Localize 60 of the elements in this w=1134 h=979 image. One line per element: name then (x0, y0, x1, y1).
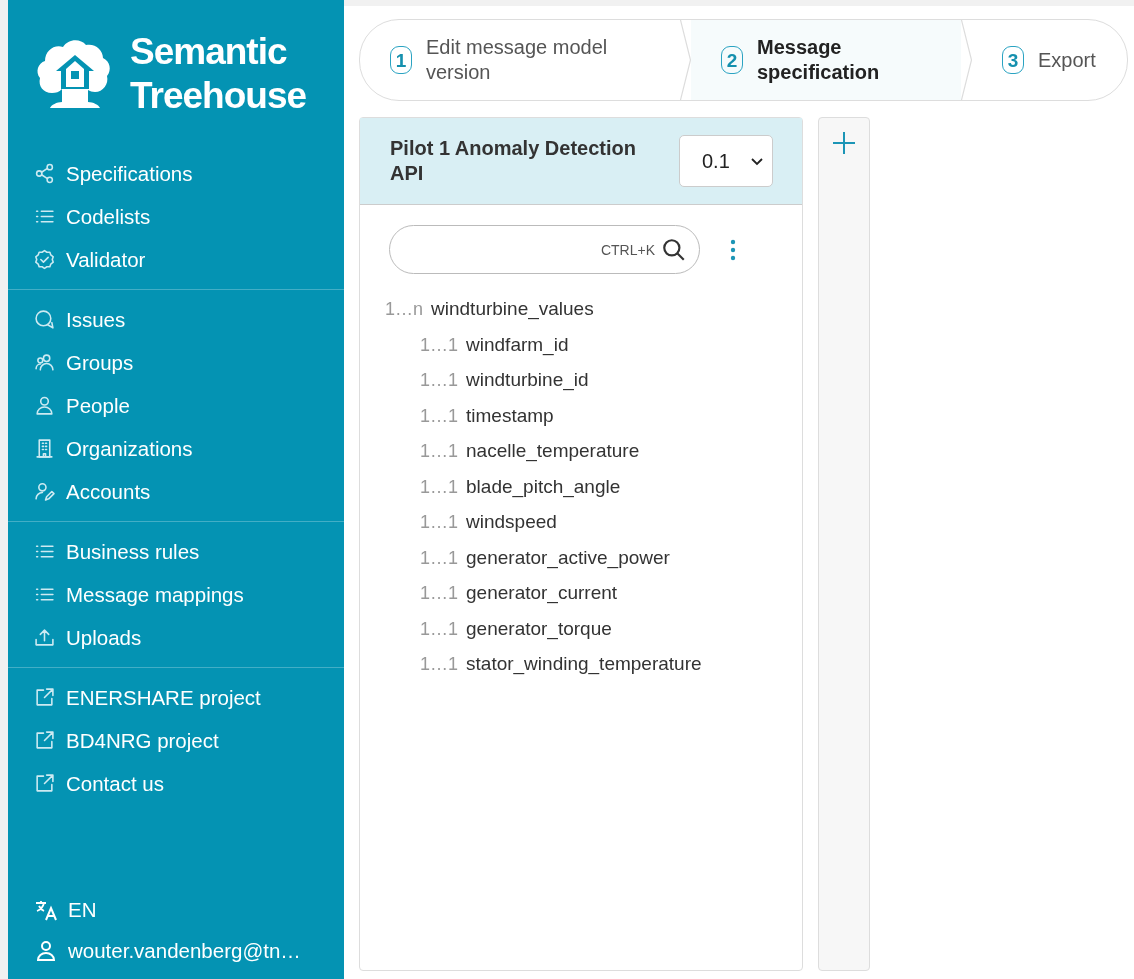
multiplicity: 1…1 (420, 370, 459, 391)
nav-item[interactable]: BD4NRG project (8, 719, 344, 762)
multiplicity: 1…1 (420, 334, 459, 356)
language-selector[interactable]: EN (8, 889, 344, 930)
nav-item[interactable]: Uploads (8, 616, 344, 659)
external-link-icon (34, 773, 55, 794)
logo-text: Semantic Treehouse (130, 30, 307, 118)
person-icon (34, 395, 55, 416)
step-number: 2 (721, 46, 743, 74)
nav-item[interactable]: Organizations (8, 427, 344, 470)
plus-icon[interactable] (831, 130, 857, 156)
version-select[interactable]: 0.1 (679, 135, 773, 187)
multiplicity: 1…1 (420, 476, 459, 498)
multiplicity: 1…1 (420, 618, 459, 640)
upload-icon (34, 627, 55, 648)
multiplicity: 1…1 (420, 512, 459, 533)
user-menu[interactable]: wouter.vandenberg@tn… (8, 930, 344, 971)
tree-item[interactable]: generator_torque (466, 617, 612, 640)
tree-item[interactable]: windspeed (466, 511, 557, 533)
person-icon (34, 938, 58, 963)
nav-item[interactable]: Validator (8, 238, 344, 281)
tree-item[interactable]: timestamp (466, 404, 554, 427)
nav-item[interactable]: Accounts (8, 470, 344, 513)
chat-icon (34, 309, 55, 330)
panel-title: Pilot 1 Anomaly Detection API (390, 136, 637, 186)
nav-item[interactable]: Message mappings (8, 573, 344, 616)
tree-item[interactable]: windturbine_values (431, 298, 594, 320)
step-number: 3 (1002, 46, 1024, 74)
tree-item[interactable]: blade_pitch_angle (466, 475, 621, 498)
nav-item[interactable]: Codelists (8, 195, 344, 238)
multiplicity: 1…1 (420, 441, 459, 462)
tree-item[interactable]: windturbine_id (466, 369, 589, 391)
nav-item[interactable]: ENERSHARE project (8, 676, 344, 719)
nav-item[interactable]: Contact us (8, 762, 344, 805)
step-tab[interactable]: 3 Export (972, 20, 1127, 100)
nav-item[interactable]: Business rules (8, 530, 344, 573)
more-icon[interactable] (730, 238, 736, 261)
nav-item[interactable]: Specifications (8, 152, 344, 195)
tree-item[interactable]: generator_active_power (466, 546, 670, 569)
tree-item[interactable]: nacelle_temperature (466, 440, 640, 462)
search-icon (661, 236, 687, 263)
group-icon (34, 352, 55, 373)
check-badge-icon (34, 249, 55, 270)
step-number: 1 (390, 46, 412, 74)
multiplicity: 1…1 (420, 583, 459, 604)
tree-item[interactable]: generator_current (466, 582, 618, 604)
person-edit-icon (34, 481, 55, 502)
tree-item[interactable]: stator_winding_temperature (466, 653, 702, 675)
multiplicity: 1…1 (420, 654, 459, 675)
nav-item[interactable]: Issues (8, 298, 344, 341)
building-icon (34, 438, 55, 459)
nav-item[interactable]: Groups (8, 341, 344, 384)
share-icon (34, 163, 55, 184)
nav-item[interactable]: People (8, 384, 344, 427)
external-link-icon (34, 687, 55, 708)
external-link-icon (34, 730, 55, 751)
tree-item[interactable]: windfarm_id (466, 333, 569, 356)
multiplicity: 1…1 (420, 547, 459, 569)
multiplicity: 1…n (385, 299, 424, 320)
multiplicity: 1…1 (420, 405, 459, 427)
